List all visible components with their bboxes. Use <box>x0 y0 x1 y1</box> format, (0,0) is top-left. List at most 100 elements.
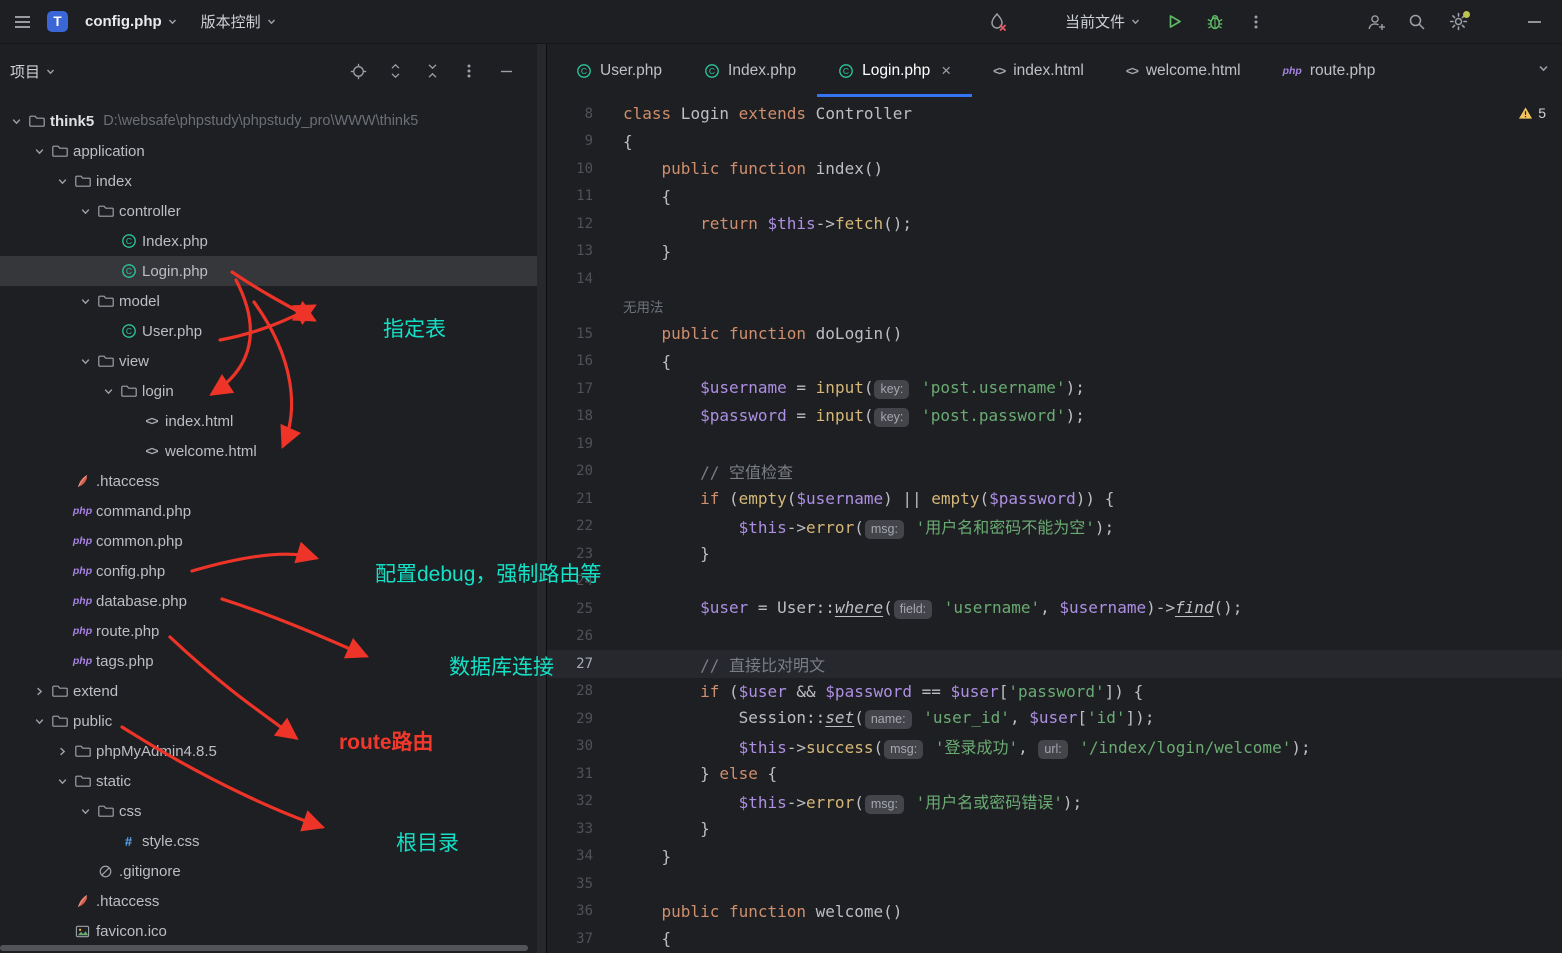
line-number[interactable]: 37 <box>547 931 611 947</box>
vcs-widget[interactable]: 版本控制 <box>195 7 283 36</box>
line-number[interactable]: 16 <box>547 353 611 369</box>
line-number[interactable]: 22 <box>547 518 611 534</box>
line-number[interactable]: 19 <box>547 436 611 452</box>
line-number[interactable]: 18 <box>547 408 611 424</box>
settings-button[interactable] <box>1444 8 1472 36</box>
line-number[interactable]: 20 <box>547 463 611 479</box>
editor-tab-index-php[interactable]: CIndex.php <box>683 44 817 97</box>
tree-item-index-html[interactable]: <>index.html <box>0 406 546 436</box>
tree-item-extend[interactable]: extend <box>0 676 546 706</box>
code-line[interactable]: 13 } <box>547 238 1562 266</box>
line-number[interactable]: 34 <box>547 848 611 864</box>
line-number[interactable]: 21 <box>547 491 611 507</box>
line-number[interactable]: 29 <box>547 711 611 727</box>
editor-tab-route-php[interactable]: phproute.php <box>1262 44 1397 97</box>
code-line[interactable]: 24 <box>547 568 1562 596</box>
tree-item-style-css[interactable]: #style.css <box>0 826 546 856</box>
tree-item-favicon-ico[interactable]: favicon.ico <box>0 916 546 946</box>
debug-button[interactable] <box>1201 8 1229 36</box>
code-line[interactable]: 30 $this->success(msg: '登录成功', url: '/in… <box>547 733 1562 761</box>
line-number[interactable]: 10 <box>547 161 611 177</box>
line-number[interactable]: 30 <box>547 738 611 754</box>
main-menu-icon[interactable] <box>8 8 36 36</box>
line-number[interactable]: 14 <box>547 271 611 287</box>
code-line[interactable]: 35 <box>547 870 1562 898</box>
chevron-down-icon[interactable] <box>75 205 95 218</box>
panel-more-button[interactable] <box>459 61 479 81</box>
editor-tab-index-html[interactable]: <>index.html <box>972 44 1105 97</box>
tree-item-phpmyadmin4-8-5[interactable]: phpMyAdmin4.8.5 <box>0 736 546 766</box>
line-number[interactable]: 33 <box>547 821 611 837</box>
line-number[interactable]: 25 <box>547 601 611 617</box>
code-line[interactable]: 33 } <box>547 815 1562 843</box>
locate-file-button[interactable] <box>348 61 368 81</box>
inspection-widget[interactable]: 5 <box>1518 105 1546 121</box>
line-number[interactable]: 32 <box>547 793 611 809</box>
project-file-widget[interactable]: config.php <box>79 9 184 34</box>
tree-item-database-php[interactable]: phpdatabase.php <box>0 586 546 616</box>
tree-item-index[interactable]: index <box>0 166 546 196</box>
code-line[interactable]: 8class Login extends Controller <box>547 100 1562 128</box>
chevron-down-icon[interactable] <box>6 115 26 128</box>
code-area[interactable]: 8class Login extends Controller9{10 publ… <box>547 97 1562 953</box>
chevron-down-icon[interactable] <box>98 385 118 398</box>
line-number[interactable]: 11 <box>547 188 611 204</box>
tree-item-index-php[interactable]: CIndex.php <box>0 226 546 256</box>
code-line[interactable]: 25 $user = User::where(field: 'username'… <box>547 595 1562 623</box>
line-number[interactable]: 26 <box>547 628 611 644</box>
line-number[interactable]: 9 <box>547 133 611 149</box>
line-number[interactable]: 36 <box>547 903 611 919</box>
code-line[interactable]: 15 public function doLogin() <box>547 320 1562 348</box>
collapse-all-button[interactable] <box>422 61 442 81</box>
tree-item-login[interactable]: login <box>0 376 546 406</box>
tree-item-think5[interactable]: think5D:\websafe\phpstudy\phpstudy_pro\W… <box>0 106 546 136</box>
tree-item-config-php[interactable]: phpconfig.php <box>0 556 546 586</box>
tree-horizontal-scrollbar[interactable] <box>0 945 528 951</box>
tree-item-common-php[interactable]: phpcommon.php <box>0 526 546 556</box>
run-button[interactable] <box>1160 8 1188 36</box>
tree-item-tags-php[interactable]: phptags.php <box>0 646 546 676</box>
tree-item-htaccess[interactable]: .htaccess <box>0 466 546 496</box>
chevron-right-icon[interactable] <box>52 745 72 758</box>
minimize-button[interactable] <box>1520 8 1548 36</box>
tree-item-htaccess[interactable]: .htaccess <box>0 886 546 916</box>
code-line[interactable]: 22 $this->error(msg: '用户名和密码不能为空'); <box>547 513 1562 541</box>
line-number[interactable]: 15 <box>547 326 611 342</box>
chevron-down-icon[interactable] <box>52 175 72 188</box>
code-line[interactable]: 20 // 空值检查 <box>547 458 1562 486</box>
tree-item-welcome-html[interactable]: <>welcome.html <box>0 436 546 466</box>
code-line[interactable]: 12 return $this->fetch(); <box>547 210 1562 238</box>
line-number[interactable]: 23 <box>547 546 611 562</box>
tree-item-command-php[interactable]: phpcommand.php <box>0 496 546 526</box>
code-line[interactable]: 36 public function welcome() <box>547 898 1562 926</box>
line-number[interactable]: 31 <box>547 766 611 782</box>
search-button[interactable] <box>1403 8 1431 36</box>
expand-all-button[interactable] <box>385 61 405 81</box>
line-number[interactable]: 35 <box>547 876 611 892</box>
tree-item-static[interactable]: static <box>0 766 546 796</box>
tab-close-icon[interactable]: × <box>941 62 951 79</box>
editor-tab-user-php[interactable]: CUser.php <box>555 44 683 97</box>
line-number[interactable]: 8 <box>547 106 611 122</box>
editor-tab-welcome-html[interactable]: <>welcome.html <box>1105 44 1262 97</box>
profiler-error-icon[interactable] <box>983 8 1011 36</box>
more-button[interactable] <box>1242 8 1270 36</box>
chevron-right-icon[interactable] <box>29 685 49 698</box>
line-number[interactable]: 13 <box>547 243 611 259</box>
line-number[interactable]: 24 <box>547 573 611 589</box>
tree-vertical-scrollbar[interactable] <box>537 44 546 953</box>
tree-item-view[interactable]: view <box>0 346 546 376</box>
code-line[interactable]: 11 { <box>547 183 1562 211</box>
code-line[interactable]: 21 if (empty($username) || empty($passwo… <box>547 485 1562 513</box>
line-number[interactable]: 28 <box>547 683 611 699</box>
tree-item-route-php[interactable]: phproute.php <box>0 616 546 646</box>
editor-tab-login-php[interactable]: CLogin.php× <box>817 44 972 97</box>
code-line[interactable]: 34 } <box>547 843 1562 871</box>
code-line[interactable]: 28 if ($user && $password == $user['pass… <box>547 678 1562 706</box>
line-number[interactable]: 12 <box>547 216 611 232</box>
add-user-button[interactable] <box>1362 8 1390 36</box>
tree-item-controller[interactable]: controller <box>0 196 546 226</box>
code-line[interactable]: 14 <box>547 265 1562 293</box>
tree-item-login-php[interactable]: CLogin.php <box>0 256 546 286</box>
chevron-down-icon[interactable] <box>75 805 95 818</box>
